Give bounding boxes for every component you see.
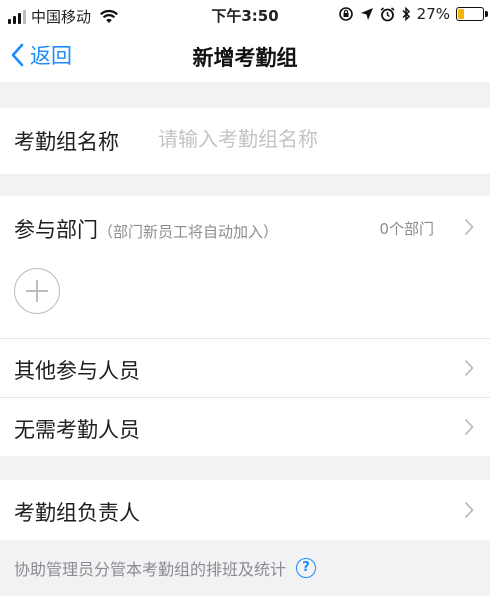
- group-name-label: 考勤组名称: [14, 130, 119, 154]
- departments-label: 参与部门: [14, 218, 98, 242]
- exempt-members-row[interactable]: 无需考勤人员: [0, 398, 490, 456]
- departments-section: 参与部门（部门新员工将自动加入） 0个部门: [0, 196, 490, 338]
- status-bar: 中国移动 下午3:50 27%: [0, 0, 490, 30]
- help-icon[interactable]: ?: [296, 558, 317, 578]
- manager-label: 考勤组负责人: [14, 501, 140, 525]
- alarm-icon: [380, 6, 395, 21]
- location-icon: [360, 8, 373, 20]
- battery-fill: [458, 9, 464, 19]
- bluetooth-icon: [402, 6, 410, 22]
- other-members-label: 其他参与人员: [14, 359, 140, 383]
- lock-rotation-icon: [338, 7, 353, 21]
- nav-bar: 返回 新增考勤组: [0, 30, 490, 82]
- chevron-right-icon: [464, 359, 474, 377]
- departments-hint: （部门新员工将自动加入）: [98, 223, 279, 241]
- manager-row[interactable]: 考勤组负责人: [0, 480, 490, 540]
- departments-label-wrap: 参与部门（部门新员工将自动加入）: [14, 214, 278, 244]
- group-name-input[interactable]: [158, 124, 468, 154]
- departments-row[interactable]: 参与部门（部门新员工将自动加入） 0个部门: [0, 196, 490, 258]
- manager-note-text: 协助管理员分管本考勤组的排班及统计: [14, 560, 287, 579]
- battery-icon: [456, 7, 488, 21]
- page-title: 新增考勤组: [192, 46, 298, 70]
- manager-note: 协助管理员分管本考勤组的排班及统计 ?: [14, 556, 317, 580]
- departments-count: 0个部门: [379, 220, 434, 238]
- add-department-button[interactable]: [14, 268, 60, 314]
- exempt-members-label: 无需考勤人员: [14, 418, 140, 442]
- chevron-right-icon: [464, 418, 474, 436]
- status-right: 27%: [338, 5, 488, 23]
- chevron-right-icon: [464, 501, 474, 519]
- battery-percent: 27%: [416, 5, 450, 23]
- chevron-right-icon: [464, 218, 474, 236]
- group-name-row: 考勤组名称: [0, 108, 490, 174]
- other-members-row[interactable]: 其他参与人员: [0, 339, 490, 397]
